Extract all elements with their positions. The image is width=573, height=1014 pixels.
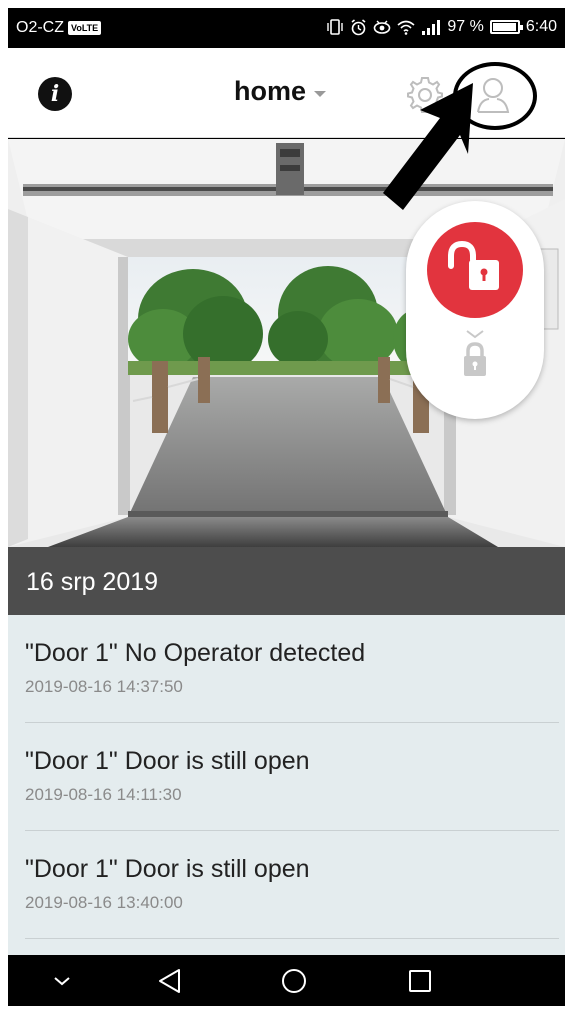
event-item[interactable]: "Door 1" No Operator detected 2019-08-16…: [8, 615, 565, 723]
events-date-header: 16 srp 2019: [8, 547, 565, 615]
event-timestamp: 2019-08-16 14:11:30: [25, 785, 182, 804]
eye-icon: [374, 20, 391, 34]
lock-button[interactable]: [455, 327, 495, 383]
wifi-icon: [397, 20, 415, 35]
volte-badge: VoLTE: [68, 21, 102, 35]
unlock-button[interactable]: [427, 222, 523, 318]
event-list: "Door 1" No Operator detected 2019-08-16…: [8, 615, 565, 955]
event-item[interactable]: "Door 1" Door is still open 2019-08-16 1…: [8, 831, 565, 939]
info-icon[interactable]: i: [38, 77, 72, 111]
signal-icon: [422, 20, 441, 35]
event-timestamp: 2019-08-16 13:40:00: [25, 893, 183, 912]
status-left: O2-CZ VoLTE: [16, 19, 102, 37]
battery-percent: 97 %: [447, 18, 484, 35]
unlocked-padlock-icon: [448, 240, 499, 290]
alarm-icon: [351, 18, 366, 35]
lock-control-panel: [406, 201, 544, 419]
event-item[interactable]: "Door 1" Door is still open 2019-08-16 1…: [8, 723, 565, 831]
home-icon[interactable]: [276, 965, 312, 997]
system-nav-bar: [8, 955, 565, 1006]
event-title: "Door 1" Door is still open: [25, 747, 310, 775]
clock: 6:40: [525, 18, 557, 35]
hide-keyboard-icon[interactable]: [44, 965, 80, 997]
event-title: "Door 1" No Operator detected: [25, 639, 366, 667]
status-bar: O2-CZ VoLTE 97 % 6:40: [8, 8, 565, 48]
location-label: home: [234, 76, 307, 106]
annotation-arrow: [383, 83, 473, 210]
location-selector[interactable]: home: [234, 76, 327, 107]
recents-icon[interactable]: [402, 965, 438, 997]
battery-fill: [492, 23, 516, 31]
battery-icon: [489, 20, 523, 34]
phone-screen: O2-CZ VoLTE 97 % 6:40 i home 16 srp 2019…: [8, 8, 565, 1006]
vibrate-icon: [327, 19, 344, 35]
event-title: "Door 1" Door is still open: [25, 855, 310, 883]
carrier-name: O2-CZ: [16, 19, 64, 36]
event-timestamp: 2019-08-16 14:37:50: [25, 677, 183, 696]
divider: [25, 938, 559, 939]
status-right: 97 % 6:40: [326, 18, 557, 36]
back-icon[interactable]: [152, 965, 188, 997]
dropdown-caret-icon: [314, 90, 327, 97]
